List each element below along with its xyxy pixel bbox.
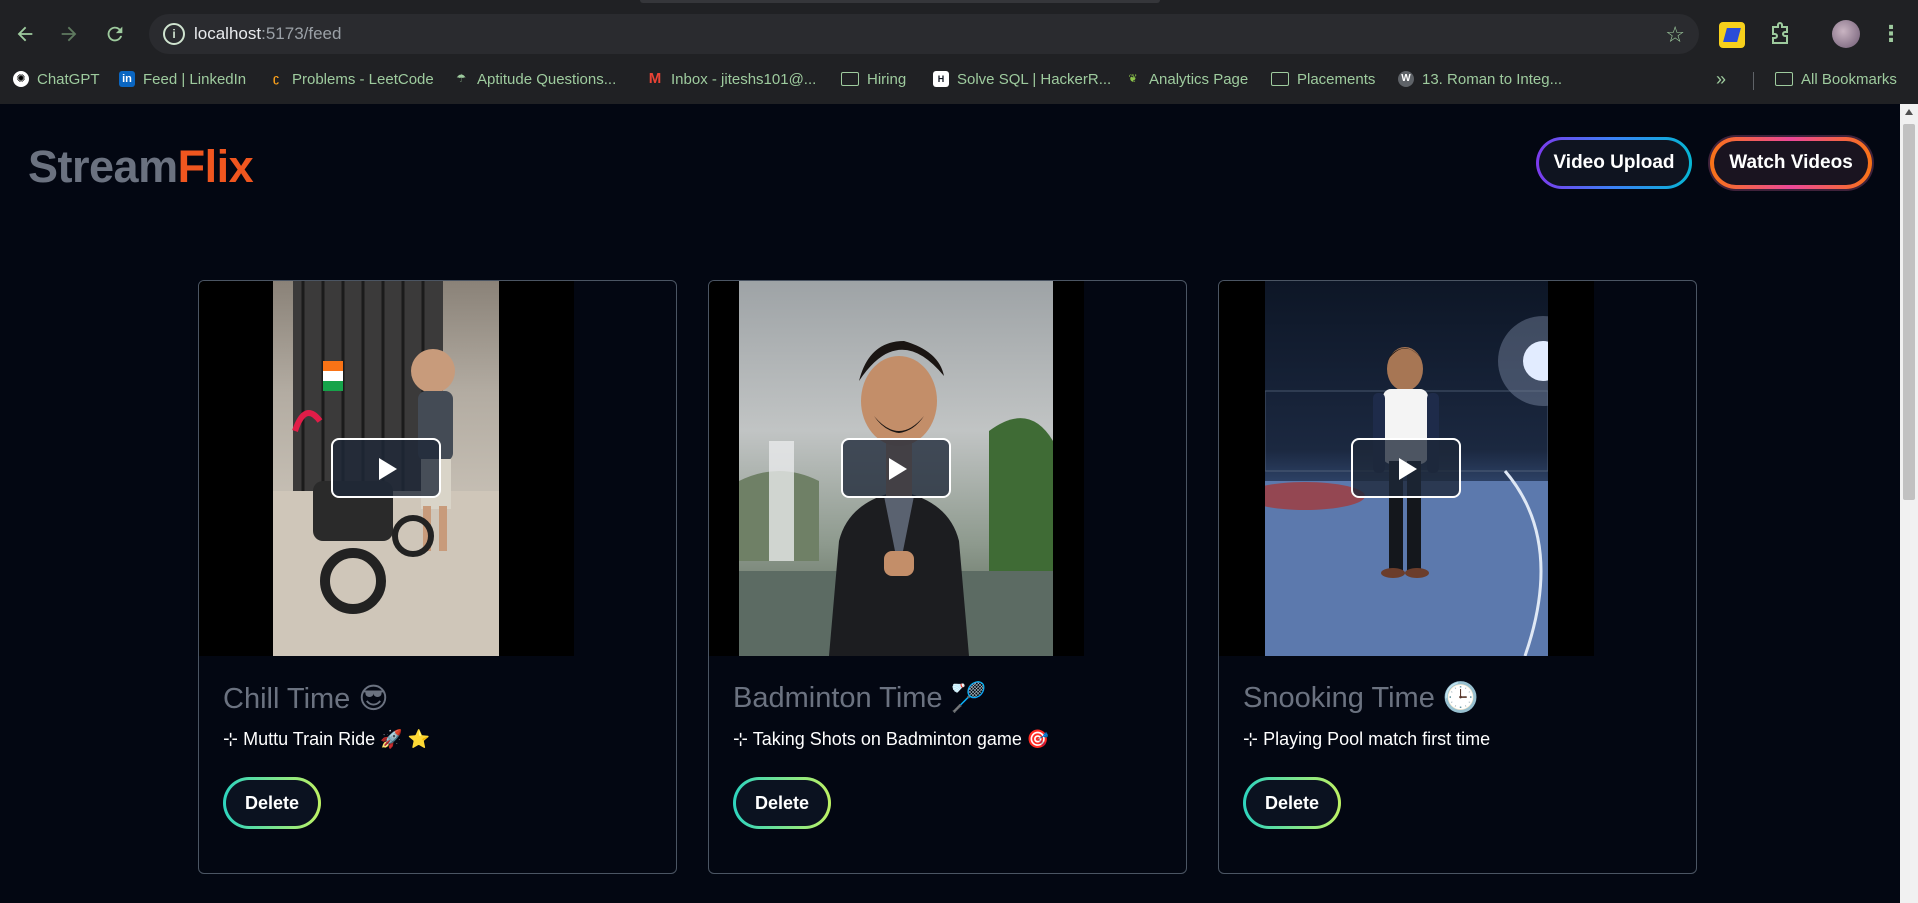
bookmark-gmail[interactable]: M Inbox - jiteshs101@... [647, 68, 817, 90]
play-icon[interactable] [1351, 438, 1461, 498]
forward-icon[interactable] [55, 20, 83, 48]
video-title: Snooking Time 🕒 [1243, 682, 1479, 714]
bookmark-label: ChatGPT [37, 70, 100, 88]
hackerrank-icon: H [933, 71, 949, 87]
video-player[interactable] [1219, 281, 1594, 656]
w-icon: W [1398, 71, 1414, 87]
delete-button[interactable]: Delete [223, 777, 321, 829]
site-info-icon[interactable]: i [163, 23, 185, 45]
bookmark-label: Placements [1297, 70, 1376, 88]
play-icon[interactable] [841, 438, 951, 498]
address-bar[interactable]: i localhost:5173/feed ☆ [149, 14, 1699, 54]
profile-avatar[interactable] [1832, 20, 1860, 48]
video-card: Badminton Time 🏸 ⊹ Taking Shots on Badmi… [708, 280, 1187, 874]
all-bookmarks-label: All Bookmarks [1801, 70, 1897, 88]
extensions-puzzle-icon[interactable] [1767, 22, 1793, 48]
bookmark-linkedin[interactable]: in Feed | LinkedIn [119, 68, 246, 90]
leaf-icon: ❦ [1128, 73, 1138, 85]
bookmark-roman-to-integer[interactable]: W 13. Roman to Integ... [1398, 68, 1562, 90]
bookmark-label: Inbox - jiteshs101@... [671, 70, 817, 88]
video-card: Snooking Time 🕒 ⊹ Playing Pool match fir… [1218, 280, 1697, 874]
leetcode-icon: ʗ [272, 73, 280, 85]
url-text[interactable]: localhost:5173/feed [194, 24, 341, 44]
scrollbar-thumb[interactable] [1903, 124, 1915, 500]
bookmark-label: Analytics Page [1149, 70, 1249, 88]
browser-toolbar: i localhost:5173/feed ☆ ⋮ [0, 11, 1918, 56]
bookmark-folder-placements[interactable]: Placements [1271, 68, 1375, 90]
aptitude-icon: ☂ [456, 73, 466, 85]
folder-icon [1271, 72, 1289, 86]
logo-part-stream: Stream [28, 141, 178, 192]
bookmark-label: Aptitude Questions... [477, 70, 617, 88]
all-bookmarks[interactable]: All Bookmarks [1775, 68, 1897, 90]
bookmark-hackerrank[interactable]: H Solve SQL | HackerR... [933, 68, 1111, 90]
bookmark-label: Solve SQL | HackerR... [957, 70, 1112, 88]
browser-menu-icon[interactable]: ⋮ [1880, 20, 1902, 48]
video-description: ⊹ Playing Pool match first time [1243, 729, 1491, 749]
bookmark-label: 13. Roman to Integ... [1422, 70, 1563, 88]
bookmark-label: Problems - LeetCode [292, 70, 434, 88]
play-icon[interactable] [331, 438, 441, 498]
chatgpt-icon: ✺ [13, 71, 29, 87]
video-player[interactable] [199, 281, 574, 656]
video-description: ⊹ Muttu Train Ride 🚀 ⭐ [223, 729, 430, 749]
video-player[interactable] [709, 281, 1084, 656]
page-scrollbar[interactable] [1900, 104, 1918, 903]
active-tab[interactable] [640, 0, 1160, 3]
bookmark-label: Feed | LinkedIn [143, 70, 247, 88]
app-page: StreamFlix Video Upload Watch Videos Chi… [0, 104, 1900, 903]
watch-videos-button[interactable]: Watch Videos [1710, 137, 1872, 189]
bookmarks-divider [1753, 72, 1754, 90]
reload-icon[interactable] [101, 20, 129, 48]
browser-chrome: i localhost:5173/feed ☆ ⋮ ✺ ChatGPT in Fee… [0, 0, 1918, 104]
bookmark-leetcode[interactable]: ʗ Problems - LeetCode [268, 68, 434, 90]
delete-button[interactable]: Delete [733, 777, 831, 829]
back-icon[interactable] [11, 20, 39, 48]
linkedin-icon: in [119, 71, 135, 87]
delete-button[interactable]: Delete [1243, 777, 1341, 829]
url-host: localhost [194, 24, 262, 43]
video-upload-button[interactable]: Video Upload [1536, 137, 1692, 189]
video-title: Chill Time 😎 [223, 683, 389, 715]
video-card: Chill Time 😎 ⊹ Muttu Train Ride 🚀 ⭐ Dele… [198, 280, 677, 874]
bookmark-aptitude[interactable]: ☂ Aptitude Questions... [453, 68, 616, 90]
video-description: ⊹ Taking Shots on Badminton game 🎯 [733, 729, 1050, 749]
bookmark-analytics[interactable]: ❦ Analytics Page [1125, 68, 1248, 90]
video-title: Badminton Time 🏸 [733, 682, 987, 714]
gmail-icon: M [648, 70, 662, 87]
folder-icon [841, 72, 859, 86]
scroll-up-icon[interactable] [1905, 109, 1913, 115]
bookmark-folder-hiring[interactable]: Hiring [841, 68, 906, 90]
bookmark-star-icon[interactable]: ☆ [1665, 22, 1685, 48]
bookmarks-bar: ✺ ChatGPT in Feed | LinkedIn ʗ Problems - L… [0, 64, 1918, 94]
extension-icon[interactable] [1719, 22, 1745, 48]
bookmark-label: Hiring [867, 70, 907, 88]
folder-icon [1775, 72, 1793, 86]
streamflix-logo[interactable]: StreamFlix [28, 141, 254, 193]
bookmarks-overflow-icon[interactable]: » [1716, 68, 1726, 90]
logo-part-flix: Flix [177, 141, 254, 192]
url-path: :5173/feed [261, 24, 342, 43]
bookmark-chatgpt[interactable]: ✺ ChatGPT [13, 68, 100, 90]
tab-strip [0, 0, 1918, 11]
